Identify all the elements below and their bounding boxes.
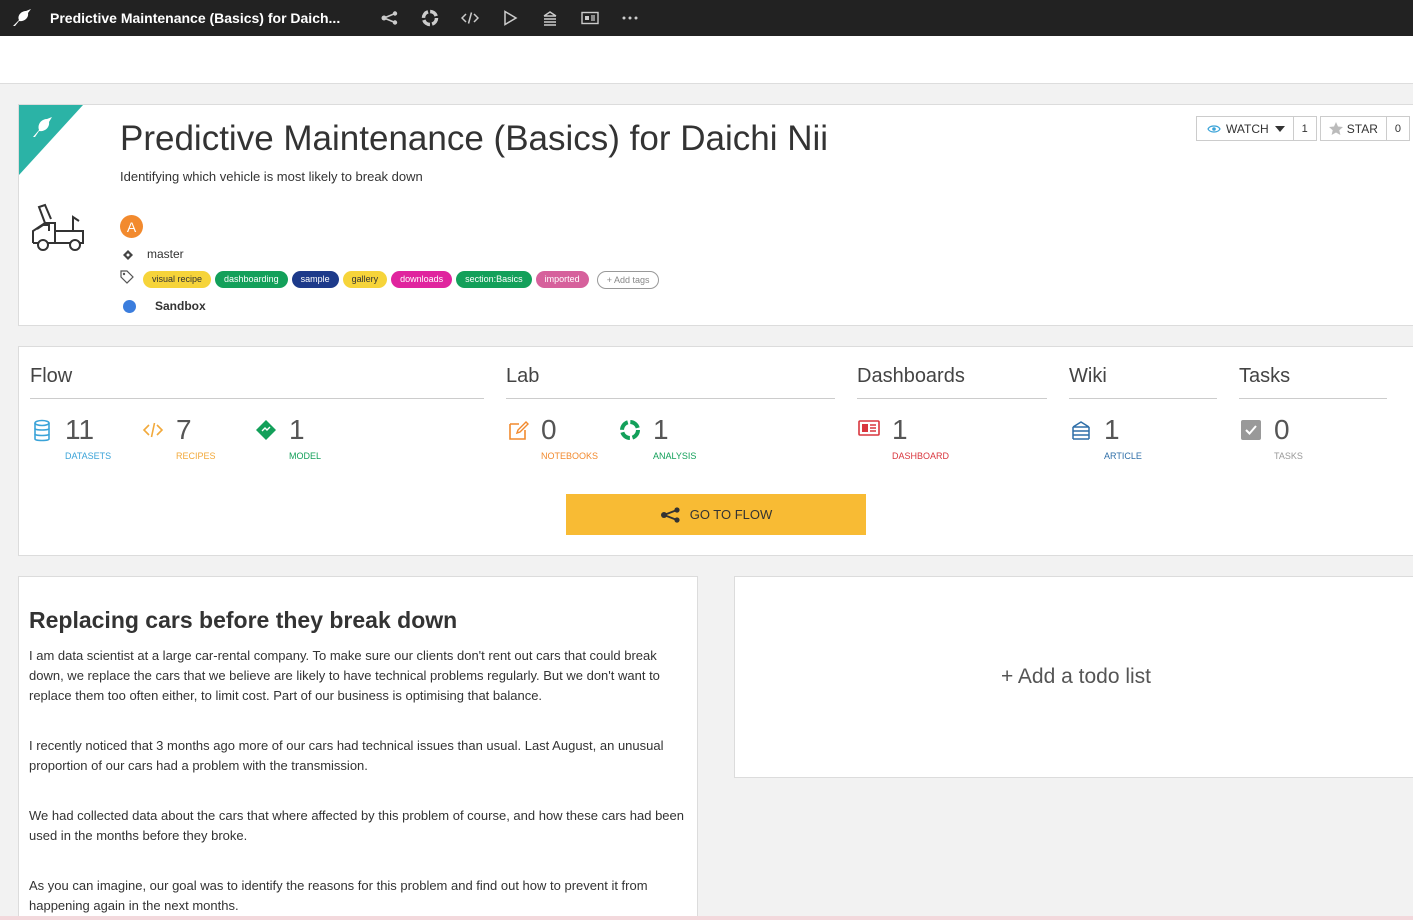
add-todo-list-button[interactable]: + Add a todo list bbox=[1001, 665, 1151, 689]
tag-icon bbox=[120, 270, 134, 289]
model-count: 1 bbox=[289, 414, 305, 445]
section-lab: Lab bbox=[506, 365, 835, 399]
model-label: MODEL bbox=[289, 451, 322, 461]
stat-tasks[interactable]: 0 TASKS bbox=[1240, 414, 1303, 461]
star-icon bbox=[1328, 122, 1343, 135]
tag-gallery[interactable]: gallery bbox=[342, 271, 388, 288]
section-dashboards: Dashboards bbox=[857, 365, 1047, 399]
stat-model[interactable]: 1 MODEL bbox=[255, 414, 321, 461]
recipe-code-icon bbox=[142, 419, 166, 443]
branch-indicator[interactable]: master bbox=[120, 247, 184, 261]
dashboard-label: DASHBOARD bbox=[892, 451, 950, 461]
branch-name: master bbox=[147, 247, 184, 261]
notebooks-label: NOTEBOOKS bbox=[541, 451, 599, 461]
flow-icon bbox=[660, 506, 680, 523]
secondary-bar bbox=[0, 36, 1413, 84]
watch-button[interactable]: WATCH 1 bbox=[1196, 116, 1317, 141]
watch-count: 1 bbox=[1292, 117, 1316, 140]
bird-logo-icon[interactable] bbox=[4, 0, 40, 36]
description-paragraph: I am data scientist at a large car-renta… bbox=[29, 648, 660, 703]
analysis-ring-icon bbox=[619, 419, 643, 443]
wiki-icon[interactable] bbox=[530, 0, 570, 36]
recipes-label: RECIPES bbox=[176, 451, 216, 461]
tag-downloads[interactable]: downloads bbox=[391, 271, 453, 288]
star-button[interactable]: STAR 0 bbox=[1319, 116, 1411, 141]
add-tags-button[interactable]: + Add tags bbox=[596, 270, 660, 289]
analysis-label: ANALYSIS bbox=[653, 451, 697, 461]
description-paragraph: I recently noticed that 3 months ago mor… bbox=[29, 738, 664, 773]
project-header-card: Predictive Maintenance (Basics) for Daic… bbox=[18, 104, 1413, 326]
caret-down-icon bbox=[1274, 125, 1285, 132]
more-icon[interactable] bbox=[610, 0, 650, 36]
section-tasks-title[interactable]: Tasks bbox=[1239, 365, 1387, 399]
top-navbar: Predictive Maintenance (Basics) for Daic… bbox=[0, 0, 1413, 36]
git-branch-icon bbox=[123, 249, 133, 260]
status-label: Sandbox bbox=[155, 299, 206, 313]
stat-notebooks[interactable]: 0 NOTEBOOKS bbox=[507, 414, 598, 461]
section-wiki: Wiki bbox=[1069, 365, 1217, 399]
tag-section-basics[interactable]: section:Basics bbox=[456, 271, 532, 288]
section-flow: Flow bbox=[30, 365, 484, 399]
recipes-count: 7 bbox=[176, 414, 192, 445]
stat-article[interactable]: 1 ARTICLE bbox=[1070, 414, 1142, 461]
avatar[interactable]: A bbox=[120, 215, 143, 238]
project-description: Identifying which vehicle is most likely… bbox=[120, 169, 423, 184]
eye-icon bbox=[1207, 124, 1221, 133]
stat-datasets[interactable]: 11 DATASETS bbox=[31, 414, 111, 461]
notebook-edit-icon bbox=[507, 419, 531, 443]
run-icon[interactable] bbox=[490, 0, 530, 36]
section-dashboards-title[interactable]: Dashboards bbox=[857, 365, 1047, 399]
section-lab-title[interactable]: Lab bbox=[506, 365, 835, 399]
project-title-nav[interactable]: Predictive Maintenance (Basics) for Daic… bbox=[50, 10, 360, 26]
datasets-label: DATASETS bbox=[65, 451, 112, 461]
article-count: 1 bbox=[1104, 414, 1120, 445]
datasets-count: 11 bbox=[65, 414, 95, 445]
article-icon bbox=[1070, 419, 1094, 443]
project-status[interactable]: Sandbox bbox=[123, 299, 206, 313]
tag-imported[interactable]: imported bbox=[535, 271, 589, 288]
bird-icon bbox=[27, 113, 55, 146]
tag-list: visual recipe dashboarding sample galler… bbox=[120, 270, 660, 289]
watch-label: WATCH bbox=[1226, 121, 1269, 136]
section-tasks: Tasks bbox=[1239, 365, 1387, 399]
description-paragraph: We had collected data about the cars tha… bbox=[29, 808, 684, 843]
stat-analysis[interactable]: 1 ANALYSIS bbox=[619, 414, 696, 461]
dashboard-count: 1 bbox=[892, 414, 908, 445]
project-description-card: Replacing cars before they break down I … bbox=[18, 576, 698, 920]
stat-recipes[interactable]: 7 RECIPES bbox=[142, 414, 216, 461]
section-flow-title[interactable]: Flow bbox=[30, 365, 484, 399]
notebooks-count: 0 bbox=[541, 414, 557, 445]
todo-card: + Add a todo list bbox=[734, 576, 1413, 778]
tag-visual-recipe[interactable]: visual recipe bbox=[143, 271, 212, 288]
description-heading: Replacing cars before they break down bbox=[29, 607, 458, 633]
checkbox-icon bbox=[1240, 419, 1264, 443]
watch-star-group: WATCH 1 STAR 0 bbox=[1196, 116, 1411, 141]
go-to-flow-button[interactable]: GO TO FLOW bbox=[566, 494, 866, 535]
article-label: ARTICLE bbox=[1104, 451, 1142, 461]
tasks-count: 0 bbox=[1274, 414, 1290, 445]
project-stats-card: Flow Lab Dashboards Wiki Tasks 11 DATASE… bbox=[18, 346, 1413, 556]
description-paragraph: As you can imagine, our goal was to iden… bbox=[29, 878, 648, 913]
go-to-flow-label: GO TO FLOW bbox=[689, 507, 773, 522]
tasks-label: TASKS bbox=[1274, 451, 1303, 461]
bottom-divider bbox=[0, 916, 1413, 920]
stat-dashboard[interactable]: 1 DASHBOARD bbox=[858, 414, 949, 461]
flow-icon[interactable] bbox=[370, 0, 410, 36]
analysis-ring-icon[interactable] bbox=[410, 0, 450, 36]
dashboard-icon bbox=[858, 419, 882, 443]
star-count: 0 bbox=[1385, 117, 1409, 140]
tag-sample[interactable]: sample bbox=[291, 271, 339, 288]
dataset-icon bbox=[31, 419, 55, 443]
status-dot-icon bbox=[123, 299, 136, 313]
star-label: STAR bbox=[1346, 121, 1378, 136]
code-icon[interactable] bbox=[450, 0, 490, 36]
section-wiki-title[interactable]: Wiki bbox=[1069, 365, 1217, 399]
page-title: Predictive Maintenance (Basics) for Daic… bbox=[120, 119, 829, 158]
analysis-count: 1 bbox=[653, 414, 669, 445]
tow-truck-icon bbox=[29, 203, 93, 260]
tag-dashboarding[interactable]: dashboarding bbox=[215, 271, 288, 288]
model-diamond-icon bbox=[255, 419, 279, 443]
dashboard-icon[interactable] bbox=[570, 0, 610, 36]
